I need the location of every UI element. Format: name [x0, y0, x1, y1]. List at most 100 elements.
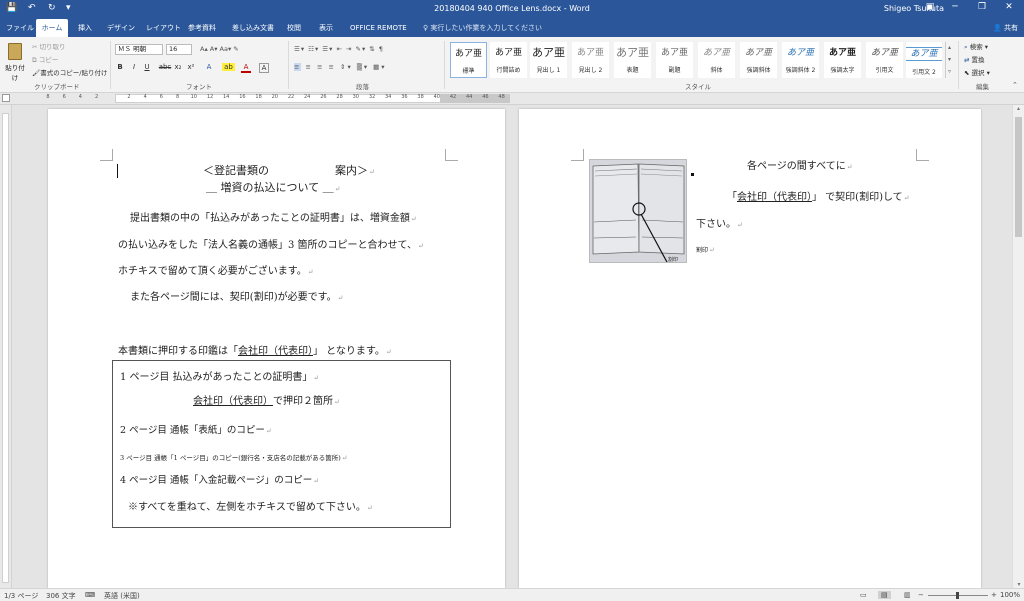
scroll-down-icon[interactable]: ▾: [1013, 581, 1024, 588]
document-page-2[interactable]: 割印 各ページの間すべてに↵ 「会社印（代表印）」 で契印(割印)して↵ 下さい…: [519, 109, 981, 588]
style-quote[interactable]: あア亜 引用文: [866, 42, 903, 78]
superscript-button[interactable]: x²: [186, 63, 196, 71]
paragraph-line[interactable]: 割印↵: [696, 246, 715, 255]
style-subtitle[interactable]: あア亜 副題: [656, 42, 693, 78]
paragraph-line[interactable]: また各ページ間には、契印(割印)が必要です。↵: [130, 291, 343, 305]
select-button[interactable]: ⬉ 選択 ▾: [964, 67, 990, 77]
font-grow-shrink-buttons[interactable]: A▴ A▾ Aa▾ ✎: [200, 45, 239, 53]
styles-scroll-buttons[interactable]: ▴ ▾ ▿: [945, 42, 953, 78]
zoom-in-icon[interactable]: +: [991, 591, 997, 599]
ribbon-display-options-icon[interactable]: ▣: [920, 2, 940, 12]
paragraph-line[interactable]: の払い込みをした「法人名義の通帳」3 箇所のコピーと合わせて、↵: [118, 239, 424, 253]
vertical-scrollbar[interactable]: ▴ ▾: [1012, 105, 1024, 588]
box-line[interactable]: 会社印（代表印）で押印２箇所↵: [193, 395, 340, 409]
style-heading-1[interactable]: あア亜 見出し 1: [530, 42, 567, 78]
read-mode-icon[interactable]: ▭: [860, 591, 867, 599]
window-title: 20180404 940 Office Lens.docx - Word: [434, 4, 590, 13]
style-emphasis-intense[interactable]: あア亜 強調斜体 2: [782, 42, 819, 78]
print-layout-icon[interactable]: ▤: [878, 591, 891, 599]
box-line[interactable]: 4 ページ目 通帳「入金記載ページ」のコピー↵: [120, 474, 319, 488]
tab-mailings[interactable]: 差し込み文書: [228, 19, 278, 37]
box-line[interactable]: ※すべてを重ねて、左側をホチキスで留めて下さい。↵: [128, 501, 373, 515]
font-color-button[interactable]: A: [241, 63, 251, 73]
style-strong[interactable]: あア亜 強調太字: [824, 42, 861, 78]
cut-button[interactable]: ✂ 切り取り: [32, 41, 66, 51]
tab-review[interactable]: 校閲: [283, 19, 305, 37]
ruler-number: 44: [466, 94, 473, 100]
paragraph-line[interactable]: 提出書類の中の「払込みがあったことの証明書」は、増資金額↵: [130, 212, 417, 226]
tab-home[interactable]: ホーム: [36, 19, 68, 37]
font-size-combo[interactable]: 16: [166, 44, 192, 55]
web-layout-icon[interactable]: ▥: [904, 591, 911, 599]
paragraph-line[interactable]: 下さい。↵: [696, 218, 743, 232]
page-count[interactable]: 1/3 ページ: [4, 591, 38, 601]
style-no-spacing[interactable]: あア亜 行間詰め: [490, 42, 527, 78]
tab-insert[interactable]: 挿入: [74, 19, 96, 37]
document-list-box[interactable]: 1 ページ目 払込みがあったことの証明書」↵ 会社印（代表印）で押印２箇所↵ 2…: [112, 360, 451, 528]
scroll-thumb[interactable]: [1015, 117, 1022, 237]
word-count[interactable]: 306 文字: [46, 591, 76, 601]
tell-me-search[interactable]: ♀ 実行したい作業を入力してください: [423, 23, 542, 33]
paragraph-line[interactable]: 各ページの間すべてに↵: [747, 160, 853, 174]
style-emphasis[interactable]: あア亜 強調斜体: [740, 42, 777, 78]
box-line[interactable]: 1 ページ目 払込みがあったことの証明書」↵: [120, 371, 319, 385]
tab-file[interactable]: ファイル: [2, 19, 38, 37]
char-border-button[interactable]: A: [259, 63, 269, 73]
copy-button[interactable]: ⧉ コピー: [32, 54, 58, 65]
anchor-dot: [691, 173, 694, 176]
tab-view[interactable]: 表示: [315, 19, 337, 37]
minimize-icon[interactable]: ─: [945, 2, 965, 12]
clipboard-icon: [8, 43, 22, 60]
paragraph-line[interactable]: 「会社印（代表印）」 で契印(割印)して↵: [727, 191, 910, 205]
horizontal-ruler[interactable]: 8 6 4 2 2 4 6 8 10 12 14 16 18 20 22 24 26 28 30 32 34 36 38 40…: [0, 93, 1024, 105]
find-button[interactable]: ⌕ 検索 ▾: [964, 41, 988, 52]
format-painter-button[interactable]: 🖌書式のコピー/貼り付け: [32, 67, 107, 77]
box-line[interactable]: 3 ページ目 通帳「1 ページ目」のコピー(銀行名・支店名の記載がある箇所)↵: [120, 451, 348, 465]
doc-subtitle[interactable]: ＿ 増資の払込について ＿↵: [206, 181, 341, 196]
style-intense-quote[interactable]: あア亜 引用文 2: [906, 42, 942, 78]
italic-button[interactable]: I: [129, 63, 139, 71]
share-button[interactable]: 👤 共有: [993, 23, 1018, 33]
stapled-pages-photo[interactable]: 割印: [589, 159, 687, 263]
style-emphasis-subtle[interactable]: あア亜 斜体: [698, 42, 735, 78]
zoom-slider-thumb[interactable]: [956, 592, 959, 599]
lightbulb-icon: ♀: [423, 24, 429, 32]
scroll-up-icon[interactable]: ▴: [1013, 105, 1024, 112]
list-buttons[interactable]: ☰▾ ☷▾ ☰▾ ⇤ ⇥ ✎▾ ⇅ ¶: [294, 45, 384, 53]
tab-design[interactable]: デザイン: [103, 19, 139, 37]
bold-button[interactable]: B: [115, 63, 125, 71]
paste-button[interactable]: 貼り付け: [3, 43, 27, 82]
paragraph-line[interactable]: 本書類に押印する印鑑は「会社印（代表印）」 となります。↵: [118, 345, 392, 359]
style-heading-2[interactable]: あア亜 見出し 2: [572, 42, 609, 78]
alignment-buttons[interactable]: ≡ ≡ ≡ ≡ ⇕▾ ▒▾ ▦▾: [294, 63, 387, 71]
box-line[interactable]: 2 ページ目 通帳「表紙」のコピー↵: [120, 424, 272, 438]
group-label-paragraph: 段落: [356, 83, 369, 91]
text-effects-button[interactable]: A: [204, 63, 214, 71]
underline-button[interactable]: U: [142, 63, 152, 71]
tab-office-remote[interactable]: OFFICE REMOTE: [346, 19, 411, 37]
group-separator: [288, 41, 289, 89]
strikethrough-button[interactable]: abc: [158, 63, 172, 71]
proofing-icon[interactable]: ⌨: [85, 591, 95, 599]
highlight-button[interactable]: ab: [222, 63, 235, 71]
replace-button[interactable]: ⇄ 置換: [964, 54, 985, 64]
ruler-number: 10: [190, 94, 197, 100]
tab-references[interactable]: 参考資料: [184, 19, 220, 37]
doc-title[interactable]: ＜登記書類の 案内＞↵: [203, 164, 375, 179]
language[interactable]: 英語 (米国): [104, 591, 140, 601]
tab-layout[interactable]: レイアウト: [142, 19, 185, 37]
document-page-1[interactable]: ＜登記書類の 案内＞↵ ＿ 増資の払込について ＿↵ 提出書類の中の「払込みがあ…: [48, 109, 505, 588]
paragraph-line[interactable]: ホチキスで留めて頂く必要がございます。↵: [118, 265, 314, 279]
subscript-button[interactable]: x₂: [173, 63, 183, 71]
style-normal[interactable]: あア亜 標準: [450, 42, 487, 78]
font-name-combo[interactable]: ＭＳ 明朝: [115, 44, 163, 55]
group-separator: [444, 41, 445, 89]
style-title[interactable]: あア亜 表題: [614, 42, 651, 78]
zoom-out-icon[interactable]: −: [918, 591, 924, 599]
vertical-ruler[interactable]: [0, 105, 12, 588]
collapse-ribbon-icon[interactable]: ⌃: [1012, 81, 1018, 89]
zoom-level[interactable]: 100%: [1000, 591, 1020, 599]
close-icon[interactable]: ✕: [999, 2, 1019, 12]
maximize-icon[interactable]: ❐: [972, 2, 992, 12]
document-canvas[interactable]: ＜登記書類の 案内＞↵ ＿ 増資の払込について ＿↵ 提出書類の中の「払込みがあ…: [12, 105, 1012, 588]
